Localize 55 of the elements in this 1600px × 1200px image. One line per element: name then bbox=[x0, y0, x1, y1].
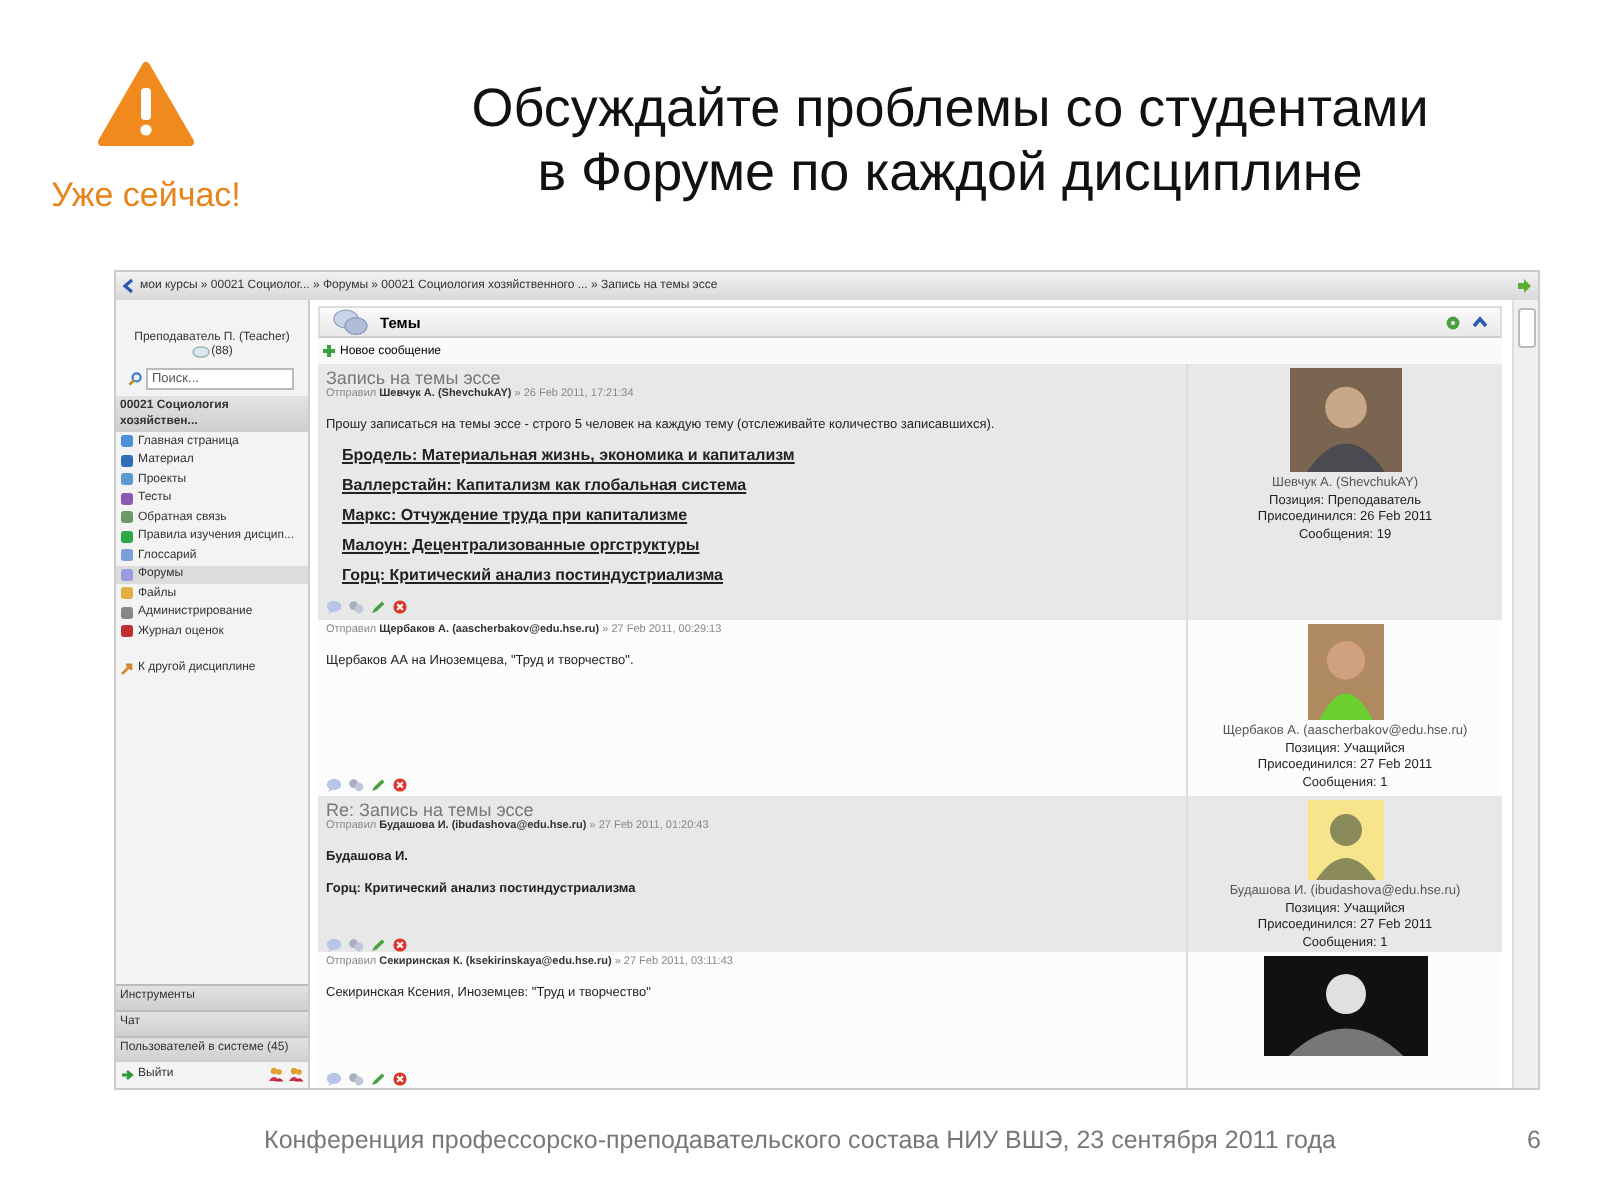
arrow-icon bbox=[120, 661, 134, 675]
subtitle: Уже сейчас! bbox=[51, 176, 241, 216]
chat-bubble-icon[interactable] bbox=[326, 938, 342, 952]
post-subject: Запись на темы эссе bbox=[326, 368, 503, 388]
tile-icon bbox=[120, 548, 134, 563]
avatar bbox=[1289, 368, 1401, 472]
arrow-icon[interactable] bbox=[1516, 278, 1532, 294]
bubbles-icon[interactable] bbox=[348, 1072, 364, 1086]
title-line: в Форуме по каждой дисциплине bbox=[537, 140, 1363, 204]
help-icon[interactable] bbox=[1446, 315, 1460, 329]
plus-icon bbox=[322, 344, 336, 358]
delete-icon[interactable] bbox=[392, 778, 408, 792]
delete-icon[interactable] bbox=[392, 938, 408, 952]
pencil-icon[interactable] bbox=[370, 600, 386, 614]
chat-bubble-icon[interactable] bbox=[326, 600, 342, 614]
pencil-icon[interactable] bbox=[370, 1072, 386, 1086]
tile-icon bbox=[120, 434, 134, 449]
tile-icon bbox=[120, 491, 134, 506]
post-subject: Re: Запись на темы эссе bbox=[326, 800, 536, 820]
tile-icon bbox=[120, 472, 134, 487]
users-icon[interactable] bbox=[268, 1066, 284, 1082]
topic-link[interactable]: Маркс: Отчуждение труда при капитализме bbox=[342, 506, 1178, 524]
users-icon[interactable] bbox=[288, 1066, 304, 1082]
avatar bbox=[1307, 624, 1383, 720]
topic-link[interactable]: Малоун: Децентрализованные оргструктуры bbox=[342, 536, 1178, 554]
chat-bubble-icon[interactable] bbox=[191, 346, 210, 358]
tile-icon bbox=[120, 567, 134, 582]
tile-icon bbox=[120, 624, 134, 639]
chat-bubbles-icon bbox=[332, 308, 368, 336]
search-icon bbox=[128, 372, 142, 386]
tile-icon bbox=[120, 605, 134, 620]
bubbles-icon[interactable] bbox=[348, 600, 364, 614]
chat-bubble-icon[interactable] bbox=[326, 778, 342, 792]
chat-bubble-icon[interactable] bbox=[326, 1072, 342, 1086]
topic-link[interactable]: Горц: Критический анализ постиндустриализма bbox=[342, 566, 1178, 584]
title-line: Обсуждайте проблемы со студентами bbox=[471, 76, 1429, 140]
tile-icon bbox=[120, 529, 134, 544]
bubbles-icon[interactable] bbox=[348, 938, 364, 952]
pencil-icon[interactable] bbox=[370, 778, 386, 792]
exit-icon bbox=[120, 1067, 134, 1081]
topic-link[interactable]: Бродель: Материальная жизнь, экономика и капитализм bbox=[342, 446, 1178, 464]
page-number: 6 bbox=[1525, 1126, 1543, 1154]
tile-icon bbox=[120, 453, 134, 468]
bubbles-icon[interactable] bbox=[348, 778, 364, 792]
avatar bbox=[1307, 800, 1383, 880]
topic-link[interactable]: Валлерстайн: Капитализм как глобальная система bbox=[342, 476, 1178, 494]
back-icon[interactable] bbox=[122, 278, 134, 294]
scrollbar-thumb[interactable] bbox=[1517, 308, 1535, 348]
delete-icon[interactable] bbox=[392, 600, 408, 614]
tile-icon bbox=[120, 510, 134, 525]
delete-icon[interactable] bbox=[392, 1072, 408, 1086]
warning-icon bbox=[98, 60, 194, 148]
collapse-icon[interactable] bbox=[1472, 316, 1488, 328]
footer-text: Конференция профессорско-преподавательского состава НИУ ВШЭ, 23 сентября 2011 года bbox=[262, 1126, 1338, 1154]
tile-icon bbox=[120, 586, 134, 601]
